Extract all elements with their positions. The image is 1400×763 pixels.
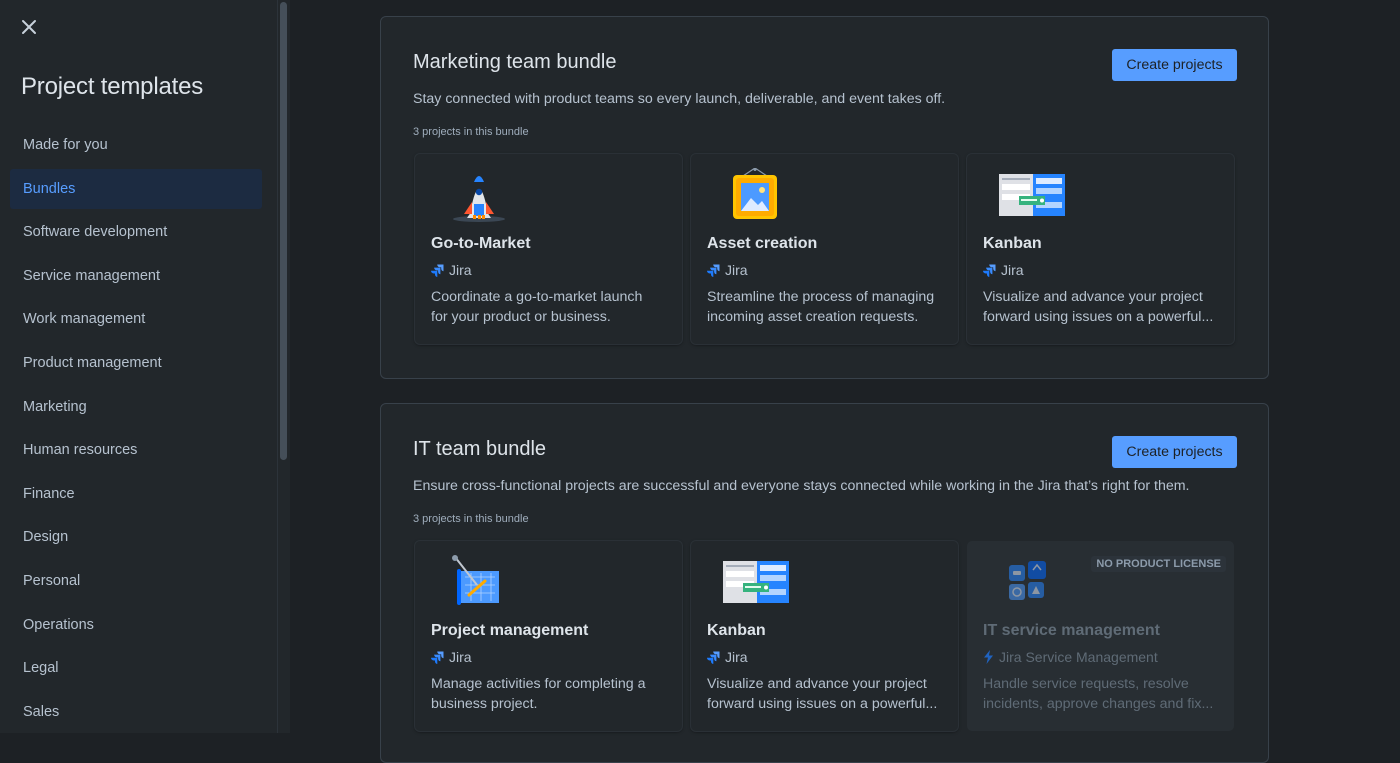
close-button[interactable] <box>16 14 42 40</box>
nav-item-sales[interactable]: Sales <box>10 692 262 732</box>
sidebar: Project templates Made for you Bundles S… <box>0 0 277 733</box>
jira-logo-icon <box>431 264 444 277</box>
card-description-line: forward using issues on a powerful... <box>707 696 938 712</box>
jira-logo-icon <box>707 651 720 664</box>
card-product: Jira <box>707 262 748 278</box>
template-card-project-management[interactable]: Project management Jira Manage activitie… <box>415 541 682 731</box>
nav-item-software-development[interactable]: Software development <box>10 212 262 252</box>
create-projects-button[interactable]: Create projects <box>1112 436 1237 468</box>
nav-item-product-management[interactable]: Product management <box>10 343 262 383</box>
bundle-count: 3 projects in this bundle <box>413 126 529 138</box>
card-description-line: Coordinate a go-to-market launch <box>431 289 643 305</box>
card-description: Visualize and advance your project forwa… <box>983 287 1223 327</box>
card-description-line: Handle service requests, resolve <box>983 676 1189 692</box>
picture-frame-icon <box>733 168 777 219</box>
card-description-line: incoming asset creation requests. <box>707 309 919 325</box>
jira-service-management-logo-icon <box>984 650 993 664</box>
card-product: Jira <box>983 262 1024 278</box>
jira-logo-icon <box>431 651 444 664</box>
bundle-description: Ensure cross-functional projects are suc… <box>413 478 1190 494</box>
card-description-line: Manage activities for completing a <box>431 676 646 692</box>
bundle-title: Marketing team bundle <box>413 51 617 73</box>
card-description: Handle service requests, resolve inciden… <box>983 674 1223 714</box>
card-product-name: Jira Service Management <box>999 649 1158 665</box>
nav-item-operations[interactable]: Operations <box>10 605 262 645</box>
card-title: Kanban <box>983 235 1042 252</box>
card-description: Coordinate a go-to-market launch for you… <box>431 287 671 327</box>
nav-item-design[interactable]: Design <box>10 517 262 557</box>
card-description-line: Streamline the process of managing <box>707 289 935 305</box>
card-title: Asset creation <box>707 235 818 252</box>
nav-item-service-management[interactable]: Service management <box>10 256 262 296</box>
card-description-line: business project. <box>431 696 538 712</box>
card-description-line: for your product or business. <box>431 309 611 325</box>
card-description: Streamline the process of managing incom… <box>707 287 947 327</box>
nav-item-finance[interactable]: Finance <box>10 474 262 514</box>
template-card-it-service-management[interactable]: NO PRODUCT LICENSE IT service management… <box>967 541 1234 731</box>
card-product-name: Jira <box>725 262 748 278</box>
nav-item-legal[interactable]: Legal <box>10 648 262 688</box>
kanban-board-icon <box>723 561 789 603</box>
jira-logo-icon <box>707 264 720 277</box>
card-product-name: Jira <box>449 262 472 278</box>
card-product-name: Jira <box>1001 262 1024 278</box>
category-nav: Made for you Bundles Software developmen… <box>10 125 262 735</box>
card-description: Manage activities for completing a busin… <box>431 674 671 714</box>
template-card-kanban[interactable]: Kanban Jira Visualize and advance your p… <box>967 154 1234 344</box>
jira-logo-icon <box>983 264 996 277</box>
card-title: Project management <box>431 622 589 639</box>
sidebar-title: Project templates <box>21 73 204 100</box>
bundle-it-team: IT team bundle Ensure cross-functional p… <box>380 403 1269 763</box>
template-card-go-to-market[interactable]: Go-to-Market Jira Coordinate a go-to-mar… <box>415 154 682 344</box>
card-description-line: Visualize and advance your project <box>707 676 927 692</box>
card-title: Go-to-Market <box>431 235 531 252</box>
template-card-asset-creation[interactable]: Asset creation Jira Streamline the proce… <box>691 154 958 344</box>
bundle-title: IT team bundle <box>413 438 547 460</box>
bundle-description: Stay connected with product teams so eve… <box>413 91 946 107</box>
main-content: Marketing team bundle Stay connected wit… <box>290 0 1400 763</box>
template-card-kanban[interactable]: Kanban Jira Visualize and advance your p… <box>691 541 958 731</box>
card-product-name: Jira <box>449 649 472 665</box>
blueprint-icon <box>452 555 499 605</box>
card-description-line: Visualize and advance your project <box>983 289 1203 305</box>
create-projects-button[interactable]: Create projects <box>1112 49 1237 81</box>
nav-item-marketing[interactable]: Marketing <box>10 387 262 427</box>
service-tiles-icon <box>1009 561 1046 600</box>
card-product: Jira Service Management <box>983 649 1158 665</box>
bundle-marketing-team: Marketing team bundle Stay connected wit… <box>380 16 1269 379</box>
card-product-name: Jira <box>725 649 748 665</box>
card-product: Jira <box>707 649 748 665</box>
kanban-board-icon <box>999 174 1065 216</box>
nav-item-human-resources[interactable]: Human resources <box>10 430 262 470</box>
close-icon <box>22 20 36 34</box>
card-product: Jira <box>431 262 472 278</box>
bundle-count: 3 projects in this bundle <box>413 513 529 525</box>
nav-item-personal[interactable]: Personal <box>10 561 262 601</box>
card-title: IT service management <box>983 622 1160 639</box>
nav-item-work-management[interactable]: Work management <box>10 299 262 339</box>
card-title: Kanban <box>707 622 766 639</box>
card-description: Visualize and advance your project forwa… <box>707 674 947 714</box>
card-description-line: incidents, approve changes and fix... <box>983 696 1214 712</box>
card-description-line: forward using issues on a powerful... <box>983 309 1214 325</box>
sidebar-scrollbar-thumb[interactable] <box>280 2 287 460</box>
no-product-license-badge: NO PRODUCT LICENSE <box>1091 556 1226 572</box>
card-product: Jira <box>431 649 472 665</box>
rocket-icon <box>453 176 505 222</box>
nav-item-made-for-you[interactable]: Made for you <box>10 125 262 165</box>
nav-item-bundles[interactable]: Bundles <box>10 168 262 209</box>
